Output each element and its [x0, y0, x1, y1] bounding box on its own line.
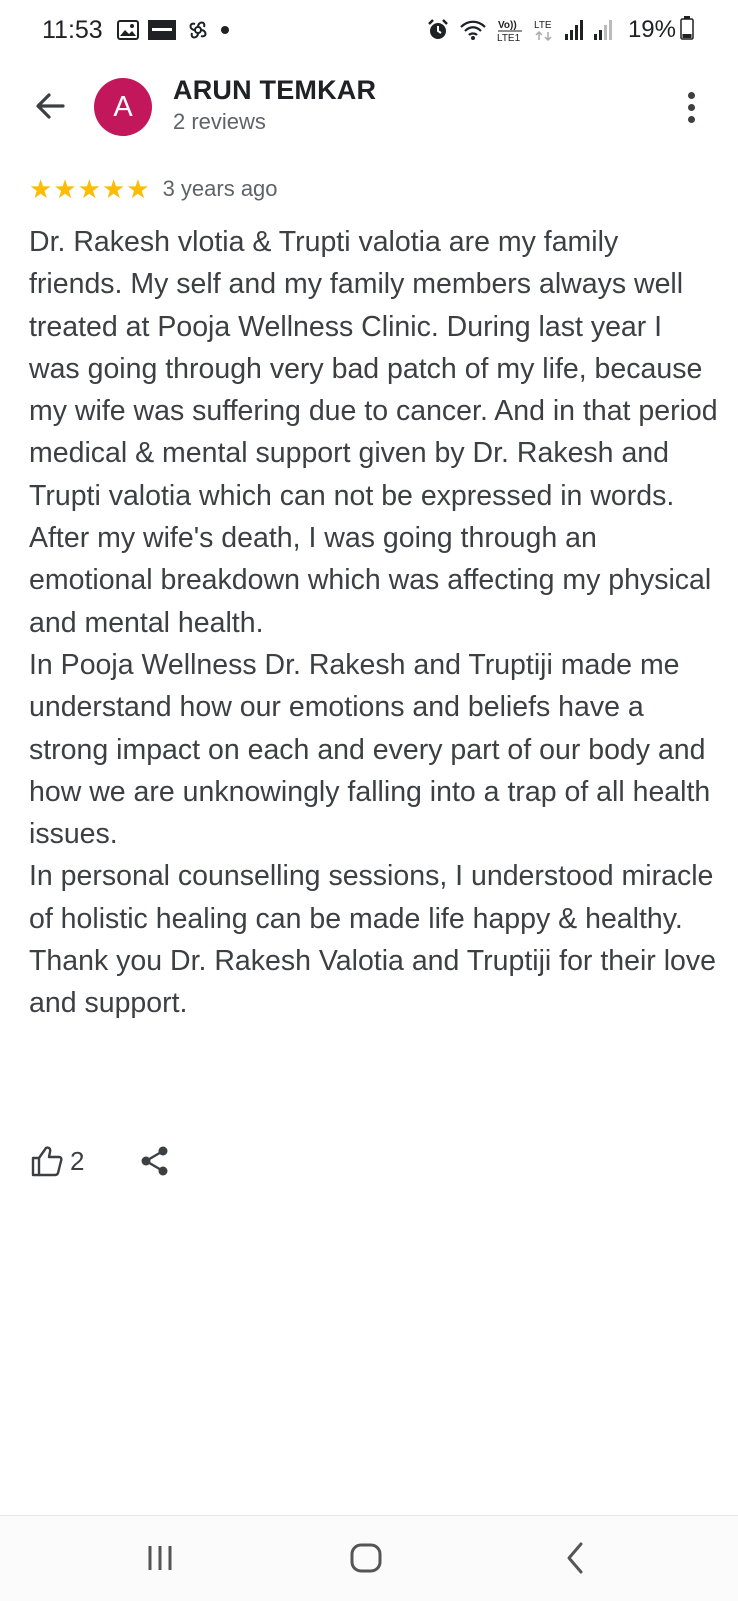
- reviewer-header: A ARUN TEMKAR 2 reviews: [0, 72, 738, 144]
- app-badge-icon: [147, 19, 176, 41]
- signal-weak-icon: [593, 19, 613, 41]
- star-rating: ★ ★ ★ ★ ★: [29, 176, 151, 202]
- svg-text:LTE1: LTE1: [497, 33, 521, 43]
- avatar-letter: A: [113, 90, 133, 123]
- status-bar: 11:53 Vo)) LTE1 LTE 19%: [0, 0, 738, 60]
- review-paragraph: Thank you Dr. Rakesh Valotia and Truptij…: [29, 945, 716, 1020]
- thumbs-up-icon: [31, 1146, 63, 1177]
- share-button[interactable]: [140, 1145, 170, 1177]
- battery-icon: [680, 15, 694, 45]
- review-paragraph: In personal counselling sessions, I unde…: [29, 860, 714, 935]
- review-paragraph: In Pooja Wellness Dr. Rakesh and Truptij…: [29, 648, 711, 851]
- recent-apps-button[interactable]: [140, 1538, 180, 1578]
- star-icon: ★: [101, 174, 126, 204]
- back-button[interactable]: [30, 86, 70, 126]
- home-icon: [350, 1543, 382, 1573]
- system-navigation-bar: [0, 1515, 738, 1601]
- star-icon: ★: [29, 174, 53, 204]
- status-bar-right: Vo)) LTE1 LTE 19%: [426, 15, 694, 45]
- svg-text:Vo)): Vo)): [498, 20, 517, 31]
- wifi-icon: [459, 19, 487, 41]
- home-button[interactable]: [346, 1538, 386, 1578]
- like-button[interactable]: 2: [30, 1144, 84, 1178]
- battery-percent: 19%: [627, 16, 676, 43]
- review-paragraph: Dr. Rakesh vlotia & Trupti valotia are m…: [29, 226, 718, 639]
- star-icon: ★: [53, 174, 77, 204]
- status-time: 11:53: [42, 15, 103, 44]
- fan-icon: [185, 18, 211, 42]
- nav-back-button[interactable]: [556, 1538, 596, 1578]
- reviewer-name[interactable]: ARUN TEMKAR: [173, 75, 376, 106]
- star-icon: ★: [126, 174, 150, 204]
- svg-text:LTE: LTE: [534, 20, 552, 31]
- reviewer-review-count: 2 reviews: [173, 109, 266, 134]
- volte-icon: Vo)) LTE1: [496, 17, 524, 43]
- star-icon: ★: [77, 174, 101, 204]
- gallery-icon: [116, 20, 139, 40]
- rating-row: ★ ★ ★ ★ ★ 3 years ago: [29, 176, 278, 202]
- alarm-icon: [426, 18, 450, 42]
- review-date: 3 years ago: [162, 176, 278, 201]
- signal-icon: [564, 19, 584, 41]
- share-icon: [141, 1146, 168, 1176]
- status-bar-left: 11:53: [42, 16, 239, 45]
- review-body: Dr. Rakesh vlotia & Trupti valotia are m…: [29, 221, 719, 1025]
- like-count: 2: [70, 1145, 85, 1176]
- avatar[interactable]: A: [94, 78, 152, 136]
- review-actions: 2: [30, 1144, 170, 1178]
- more-vert-icon: [687, 91, 695, 99]
- recent-apps-icon: [148, 1546, 172, 1570]
- more-options-button[interactable]: [672, 88, 710, 126]
- lte-icon: LTE: [533, 17, 555, 43]
- dot-icon: [220, 25, 230, 35]
- chevron-left-icon: [567, 1542, 583, 1574]
- arrow-left-icon: [36, 93, 65, 119]
